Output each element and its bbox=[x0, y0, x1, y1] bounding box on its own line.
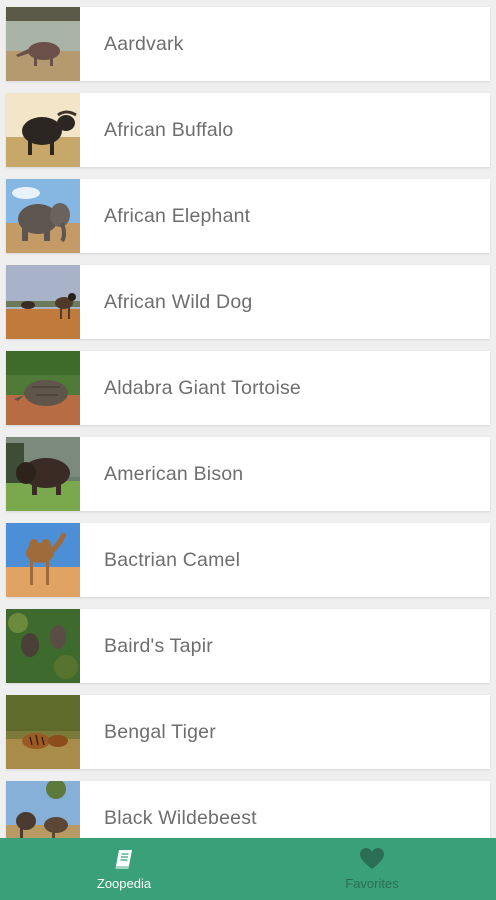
animal-row[interactable]: Black Wildebeest bbox=[6, 781, 490, 838]
heart-icon bbox=[360, 848, 384, 869]
animal-thumbnail-art bbox=[6, 351, 80, 425]
animal-name: Bengal Tiger bbox=[104, 720, 216, 743]
animal-thumbnail bbox=[6, 609, 80, 683]
animal-row[interactable]: African Wild Dog bbox=[6, 265, 490, 339]
animal-list[interactable]: Aardvark African Buffalo African Elephant A… bbox=[0, 0, 496, 838]
book-icon bbox=[115, 850, 132, 869]
nav-favorites-label: Favorites bbox=[345, 876, 399, 891]
animal-thumbnail bbox=[6, 523, 80, 597]
zoopedia-screen: Aardvark African Buffalo African Elephant A… bbox=[0, 0, 496, 900]
animal-row[interactable]: African Buffalo bbox=[6, 93, 490, 167]
animal-thumbnail bbox=[6, 351, 80, 425]
animal-name: American Bison bbox=[104, 462, 244, 485]
animal-thumbnail bbox=[6, 695, 80, 769]
animal-row[interactable]: Bengal Tiger bbox=[6, 695, 490, 769]
animal-thumbnail bbox=[6, 781, 80, 838]
animal-name: Bactrian Camel bbox=[104, 548, 241, 571]
animal-thumbnail-art bbox=[6, 695, 80, 769]
animal-thumbnail-art bbox=[6, 93, 80, 167]
animal-thumbnail bbox=[6, 93, 80, 167]
animal-thumbnail-art bbox=[6, 179, 80, 253]
animal-thumbnail-art bbox=[6, 781, 80, 838]
nav-zoopedia[interactable]: Zoopedia bbox=[0, 838, 248, 900]
nav-favorites[interactable]: Favorites bbox=[248, 838, 496, 900]
animal-row[interactable]: African Elephant bbox=[6, 179, 490, 253]
animal-name: Aardvark bbox=[104, 32, 184, 55]
animal-name: African Wild Dog bbox=[104, 290, 253, 313]
animal-thumbnail-art bbox=[6, 523, 80, 597]
animal-thumbnail bbox=[6, 265, 80, 339]
animal-thumbnail bbox=[6, 437, 80, 511]
animal-thumbnail bbox=[6, 179, 80, 253]
animal-name: African Elephant bbox=[104, 204, 251, 227]
animal-row[interactable]: Aardvark bbox=[6, 7, 490, 81]
animal-thumbnail-art bbox=[6, 7, 80, 81]
animal-row[interactable]: Baird's Tapir bbox=[6, 609, 490, 683]
animal-name: Black Wildebeest bbox=[104, 806, 257, 829]
animal-name: African Buffalo bbox=[104, 118, 234, 141]
animal-thumbnail-art bbox=[6, 609, 80, 683]
animal-row[interactable]: Aldabra Giant Tortoise bbox=[6, 351, 490, 425]
animal-thumbnail-art bbox=[6, 437, 80, 511]
animal-name: Aldabra Giant Tortoise bbox=[104, 376, 301, 399]
animal-thumbnail-art bbox=[6, 265, 80, 339]
animal-row[interactable]: American Bison bbox=[6, 437, 490, 511]
animal-row[interactable]: Bactrian Camel bbox=[6, 523, 490, 597]
animal-name: Baird's Tapir bbox=[104, 634, 213, 657]
bottom-navigation: Zoopedia Favorites bbox=[0, 838, 496, 900]
animal-thumbnail bbox=[6, 7, 80, 81]
nav-zoopedia-label: Zoopedia bbox=[96, 876, 152, 891]
